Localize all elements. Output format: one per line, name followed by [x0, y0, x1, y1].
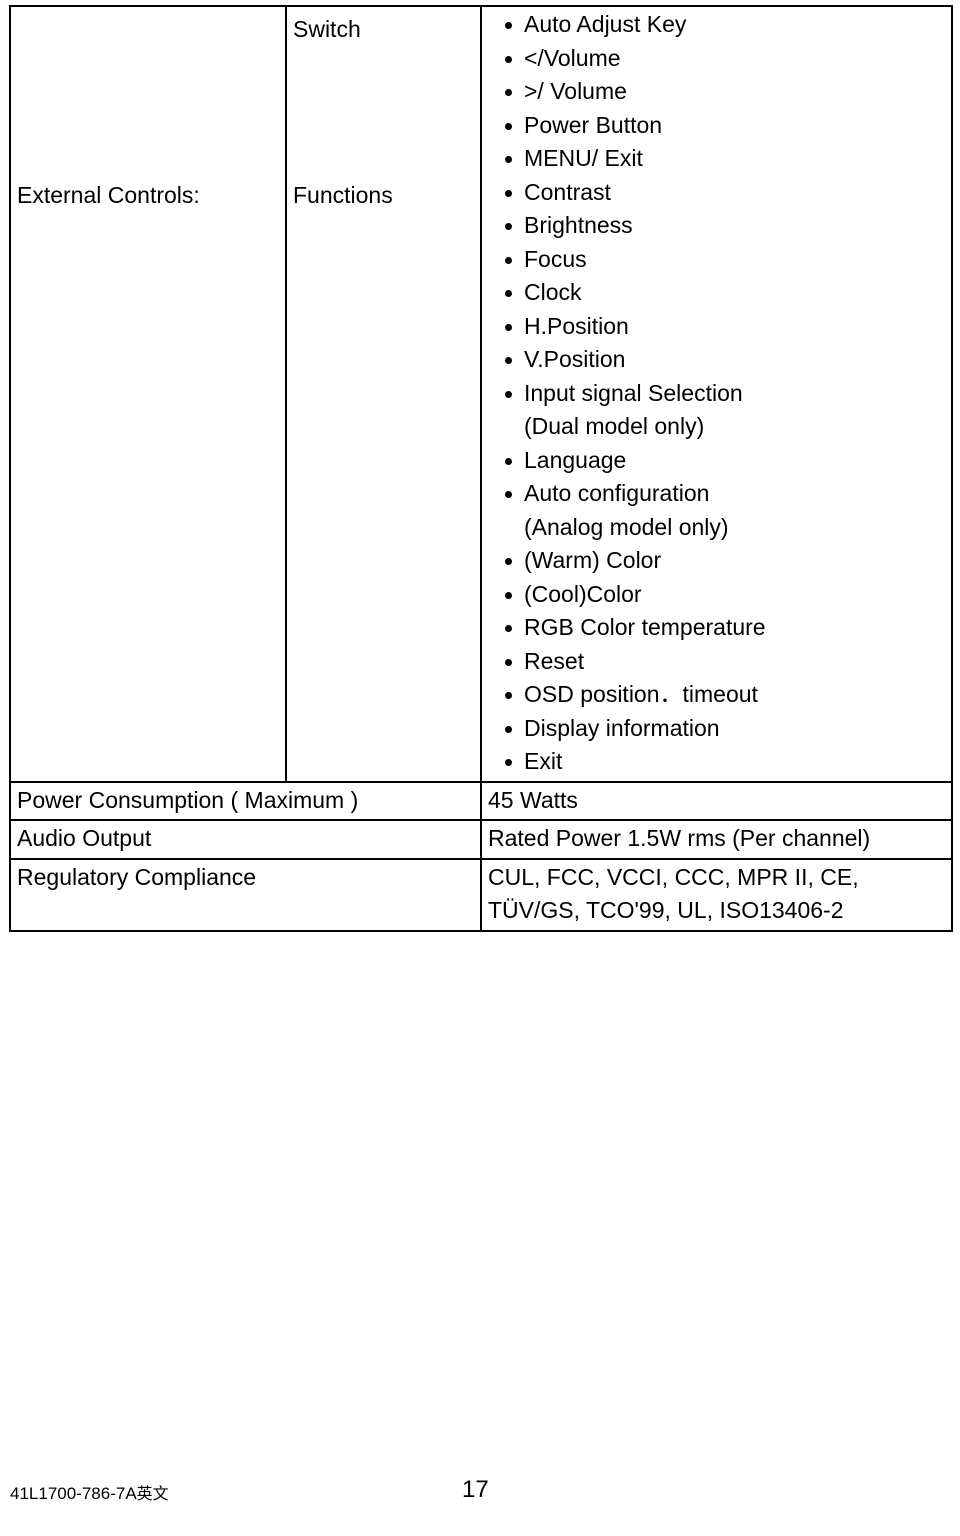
- audio-output-label-cell: Audio Output: [9, 819, 482, 860]
- list-item: Power Button: [488, 109, 947, 143]
- list-item: Reset: [488, 645, 947, 679]
- table-row-external-controls: External Controls: Switch Functions Auto…: [9, 5, 953, 783]
- list-item: MENU/ Exit: [488, 142, 947, 176]
- power-consumption-label-cell: Power Consumption ( Maximum ): [9, 780, 482, 821]
- power-consumption-value-cell: 45 Watts: [480, 780, 953, 821]
- switch-label: Switch: [293, 16, 361, 42]
- list-item: Auto configuration: [488, 477, 947, 511]
- list-item: Clock: [488, 276, 947, 310]
- row-value-line-2: TÜV/GS, TCO'99, UL, ISO13406-2: [488, 897, 844, 923]
- document-code-suffix: 英文: [136, 1486, 169, 1503]
- list-item: RGB Color temperature: [488, 611, 947, 645]
- external-controls-label-cell: External Controls:: [9, 5, 287, 783]
- row-label: Power Consumption ( Maximum ): [17, 786, 359, 813]
- list-item: (Warm) Color: [488, 544, 947, 578]
- page-number: 17: [462, 1476, 489, 1503]
- specifications-table: External Controls: Switch Functions Auto…: [9, 5, 953, 932]
- table-row-power-consumption: Power Consumption ( Maximum ) 45 Watts: [9, 780, 953, 821]
- regulatory-compliance-value-cell: CUL, FCC, VCCI, CCC, MPR II, CE, TÜV/GS,…: [480, 857, 953, 932]
- table-row-regulatory-compliance: Regulatory Compliance CUL, FCC, VCCI, CC…: [9, 857, 953, 932]
- list-item: H.Position: [488, 310, 947, 344]
- list-item: Contrast: [488, 176, 947, 210]
- list-item: Exit: [488, 745, 947, 779]
- row-value: 45 Watts: [488, 786, 578, 813]
- list-item: Brightness: [488, 209, 947, 243]
- external-controls-items-cell: Auto Adjust Key </Volume >/ Volume Power…: [480, 5, 953, 783]
- row-label: Audio Output: [17, 825, 152, 851]
- document-page: External Controls: Switch Functions Auto…: [0, 0, 960, 1536]
- regulatory-compliance-label-cell: Regulatory Compliance: [9, 857, 482, 932]
- row-value: Rated Power 1.5W rms (Per channel): [488, 825, 871, 851]
- external-controls-label: External Controls:: [17, 182, 200, 208]
- function-items-list: Contrast Brightness Focus Clock H.Positi…: [488, 176, 947, 779]
- list-item: Focus: [488, 243, 947, 277]
- list-item: >/ Volume: [488, 75, 947, 109]
- list-item: Auto Adjust Key: [488, 8, 947, 42]
- list-item: Display information: [488, 712, 947, 746]
- list-item: OSD position．timeout: [488, 678, 947, 712]
- document-code-text: 41L1700-786-7A: [10, 1484, 137, 1503]
- list-item: Input signal Selection: [488, 377, 947, 411]
- list-item-sub: (Analog model only): [524, 513, 729, 540]
- list-item: </Volume: [488, 42, 947, 76]
- document-code: 41L1700-786-7A英文: [10, 1480, 169, 1504]
- list-item: V.Position: [488, 343, 947, 377]
- external-controls-subcolumn-cell: Switch Functions: [285, 5, 482, 783]
- switch-items-list: Auto Adjust Key </Volume >/ Volume Power…: [488, 8, 947, 176]
- list-item: (Cool)Color: [488, 578, 947, 612]
- table-row-audio-output: Audio Output Rated Power 1.5W rms (Per c…: [9, 819, 953, 860]
- list-item: Language: [488, 444, 947, 478]
- row-label: Regulatory Compliance: [17, 863, 257, 890]
- row-value-line-1: CUL, FCC, VCCI, CCC, MPR II, CE,: [488, 863, 859, 890]
- functions-label: Functions: [293, 182, 393, 208]
- list-item-sub: (Dual model only): [524, 413, 705, 439]
- audio-output-value-cell: Rated Power 1.5W rms (Per channel): [480, 819, 953, 860]
